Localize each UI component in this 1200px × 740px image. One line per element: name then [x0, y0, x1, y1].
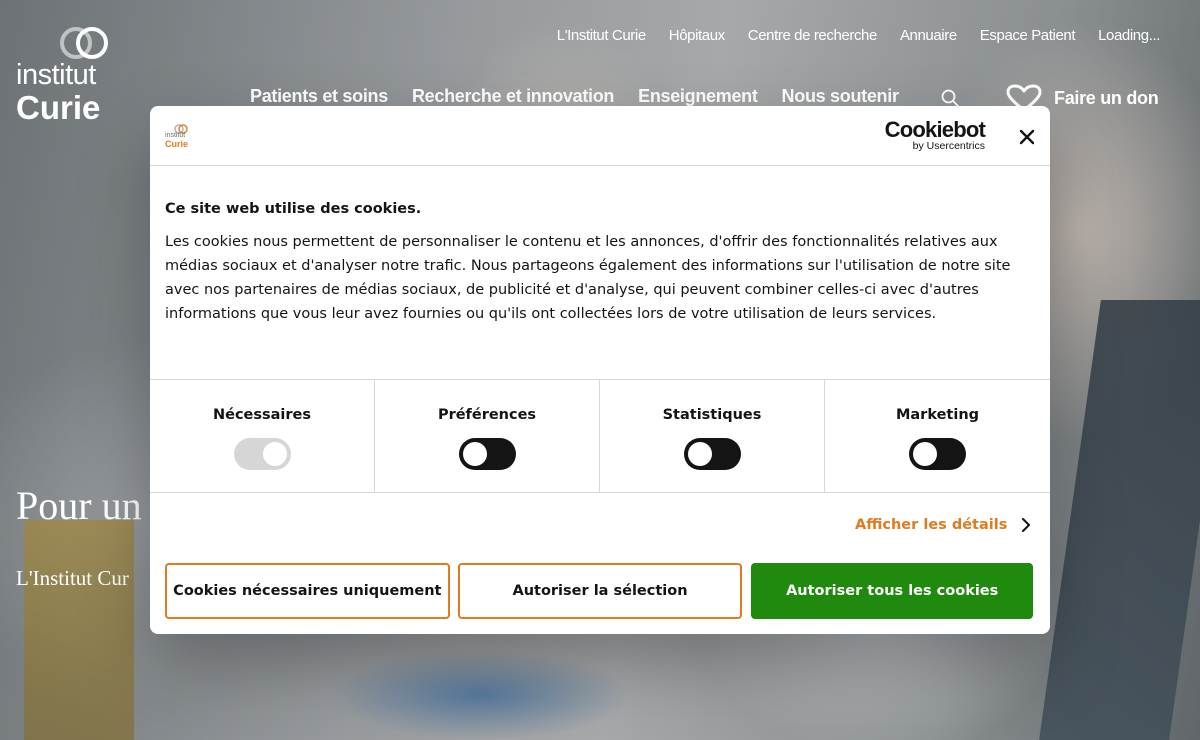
toggle-knob: [262, 442, 287, 466]
dialog-title: Ce site web utilise des cookies.: [165, 201, 422, 217]
category-preferences: Préférences: [375, 380, 600, 492]
top-link-annuaire[interactable]: Annuaire: [900, 27, 957, 44]
dialog-header: institut Curie Cookiebot by Usercentrics: [150, 106, 1050, 166]
hero-title: Pour un: [16, 483, 142, 528]
search-icon[interactable]: [940, 88, 960, 108]
toggle-marketing[interactable]: [909, 438, 966, 470]
category-marketing: Marketing: [825, 380, 1050, 492]
toggle-preferences[interactable]: [458, 438, 516, 470]
category-statistiques: Statistiques: [600, 380, 825, 492]
chevron-right-icon: [1022, 518, 1031, 532]
nav-item-patients[interactable]: Patients et soins: [250, 86, 388, 107]
cookiebot-logo[interactable]: Cookiebot by Usercentrics: [881, 117, 986, 153]
close-icon[interactable]: [1016, 126, 1038, 148]
toggle-statistiques[interactable]: [683, 438, 741, 470]
dialog-body: Ce site web utilise des cookies. Les coo…: [165, 198, 1035, 326]
toggle-knob: [462, 442, 487, 466]
toggle-necessaires: [233, 438, 291, 470]
logo-text-curie: Curie: [16, 89, 101, 126]
toggle-knob: [913, 442, 937, 466]
top-link-espace-patient[interactable]: Espace Patient: [980, 27, 1076, 44]
top-link-institut[interactable]: L'Institut Curie: [557, 27, 646, 44]
necessary-only-button[interactable]: Cookies nécessaires uniquement: [165, 563, 450, 619]
consent-buttons: Cookies nécessaires uniquement Autoriser…: [165, 563, 1034, 619]
dialog-brand-line2: Curie: [165, 139, 189, 149]
top-link-centre-recherche[interactable]: Centre de recherche: [748, 27, 878, 44]
logo-rings-icon: [60, 27, 108, 59]
toggle-knob: [687, 442, 712, 466]
allow-all-button[interactable]: Autoriser tous les cookies: [751, 563, 1034, 619]
cookiebot-wordmark: Cookiebot: [884, 117, 986, 142]
allow-selection-button[interactable]: Autoriser la sélection: [457, 563, 743, 619]
top-link-hopitaux[interactable]: Hôpitaux: [669, 27, 725, 44]
category-label: Nécessaires: [212, 407, 312, 423]
dialog-brand-logo: institut Curie: [165, 124, 191, 150]
nav-item-soutenir[interactable]: Nous soutenir: [782, 86, 899, 107]
category-necessaires: Nécessaires: [150, 380, 375, 492]
cookie-consent-dialog: institut Curie Cookiebot by Usercentrics…: [150, 106, 1050, 634]
donate-label: Faire un don: [1054, 87, 1159, 108]
logo-text-institut: institut: [16, 59, 96, 91]
main-nav: Patients et soins Recherche et innovatio…: [250, 86, 899, 107]
hero-subtitle: L'Institut Cur: [16, 566, 129, 590]
category-label: Préférences: [437, 407, 537, 423]
show-details-link[interactable]: Afficher les détails: [855, 517, 1031, 533]
category-label: Marketing: [895, 407, 980, 423]
nav-item-enseignement[interactable]: Enseignement: [638, 86, 758, 107]
top-link-loading[interactable]: Loading...: [1098, 27, 1160, 44]
nav-item-recherche[interactable]: Recherche et innovation: [412, 86, 614, 107]
top-links-nav: L'Institut Curie Hôpitaux Centre de rech…: [557, 27, 1161, 44]
dialog-description: Les cookies nous permettent de personnal…: [165, 234, 1011, 322]
category-label: Statistiques: [662, 407, 762, 423]
site-logo[interactable]: institut Curie: [16, 26, 116, 126]
show-details-label: Afficher les détails: [855, 517, 1008, 533]
consent-categories: Nécessaires Préférences Statistiques Mar…: [150, 379, 1050, 493]
